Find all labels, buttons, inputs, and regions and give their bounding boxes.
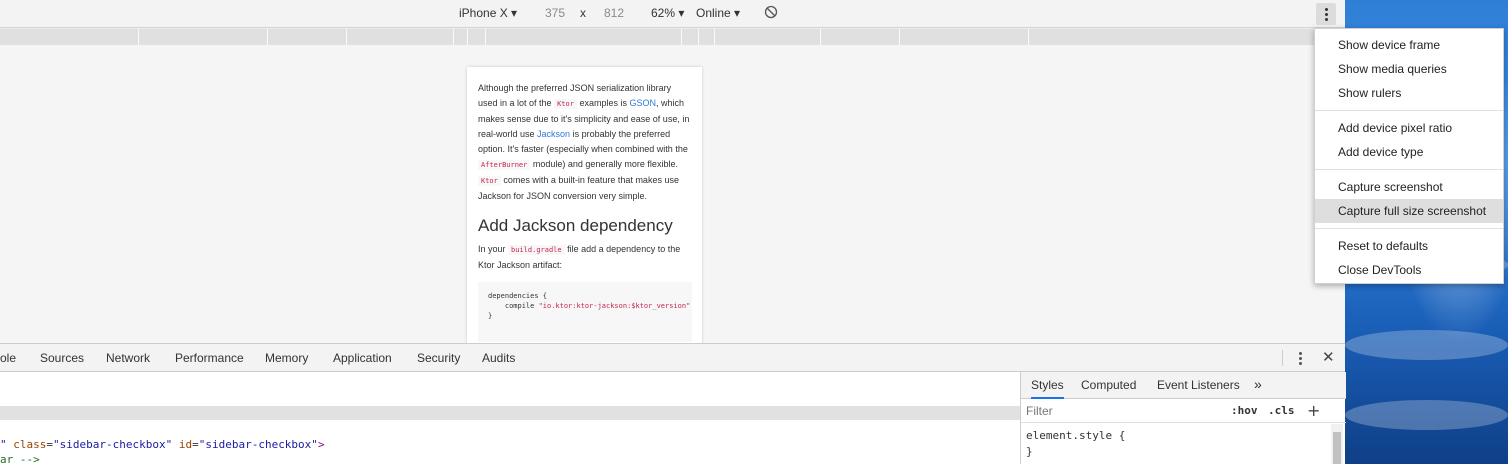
tab-application[interactable]: Application: [333, 351, 392, 365]
height-input[interactable]: 812: [604, 6, 624, 20]
inline-code: Ktor: [554, 99, 577, 109]
device-select[interactable]: iPhone X ▾: [459, 6, 517, 20]
device-toolbar: iPhone X ▾ 375 x 812 62% ▾ Online ▾: [0, 0, 1345, 28]
inline-code: build.gradle: [508, 245, 565, 255]
network-select[interactable]: Online ▾: [696, 6, 740, 20]
tab-sources[interactable]: Sources: [40, 351, 84, 365]
menu-show-device-frame[interactable]: Show device frame: [1315, 33, 1503, 57]
tab-memory[interactable]: Memory: [265, 351, 308, 365]
menu-add-device-type[interactable]: Add device type: [1315, 140, 1503, 164]
emulated-page: Although the preferred JSON serializatio…: [467, 67, 702, 343]
styles-tabbar: Styles Computed Event Listeners »: [1021, 372, 1346, 399]
tab-network[interactable]: Network: [106, 351, 150, 365]
device-toolbar-menu: Show device frame Show media queries Sho…: [1314, 28, 1504, 284]
width-input[interactable]: 375: [545, 6, 565, 20]
tab-audits[interactable]: Audits: [482, 351, 515, 365]
zoom-select[interactable]: 62% ▾: [651, 6, 684, 20]
more-options-icon[interactable]: [1316, 3, 1336, 25]
intro-paragraph: Although the preferred JSON serializatio…: [478, 83, 690, 201]
close-icon[interactable]: ✕: [1322, 348, 1335, 366]
menu-reset-to-defaults[interactable]: Reset to defaults: [1315, 234, 1503, 258]
styles-scrollbar[interactable]: [1331, 424, 1343, 464]
device-viewport: Although the preferred JSON serializatio…: [0, 45, 1345, 343]
section-heading: Add Jackson dependency: [478, 216, 673, 235]
hover-state-toggle[interactable]: :hov: [1231, 404, 1258, 417]
jackson-link[interactable]: Jackson: [537, 129, 570, 139]
menu-separator: [1315, 110, 1503, 111]
dependency-paragraph: In your build.gradle file add a dependen…: [478, 244, 681, 270]
menu-show-rulers[interactable]: Show rulers: [1315, 81, 1503, 105]
tab-performance[interactable]: Performance: [175, 351, 244, 365]
element-style-rule[interactable]: element.style { }: [1026, 428, 1125, 460]
menu-capture-screenshot[interactable]: Capture screenshot: [1315, 175, 1503, 199]
add-rule-icon[interactable]: +: [1307, 401, 1320, 420]
devtools-panel: ole Sources Network Performance Memory A…: [0, 343, 1346, 464]
tab-security[interactable]: Security: [417, 351, 460, 365]
inline-code: Ktor: [478, 176, 501, 186]
tab-computed[interactable]: Computed: [1081, 378, 1136, 392]
toolbar-divider: [1282, 350, 1283, 366]
dom-comment-line[interactable]: ar -->: [0, 453, 40, 464]
gson-link[interactable]: GSON: [630, 98, 657, 108]
filter-row: :hov .cls +: [1021, 399, 1346, 423]
code-block: dependencies { compile "io.ktor:ktor-jac…: [478, 282, 692, 342]
menu-capture-full-size-screenshot[interactable]: Capture full size screenshot: [1315, 199, 1503, 223]
media-query-ruler: [0, 29, 1345, 45]
styles-pane: Styles Computed Event Listeners » :hov .…: [1020, 372, 1346, 464]
menu-add-device-pixel-ratio[interactable]: Add device pixel ratio: [1315, 116, 1503, 140]
rotate-icon[interactable]: [764, 5, 778, 22]
inline-code: AfterBurner: [478, 160, 531, 170]
more-tabs-icon[interactable]: »: [1254, 376, 1262, 392]
selected-node-bar[interactable]: [0, 406, 1020, 420]
menu-separator: [1315, 169, 1503, 170]
tab-event-listeners[interactable]: Event Listeners: [1157, 378, 1240, 392]
menu-close-devtools[interactable]: Close DevTools: [1315, 258, 1503, 282]
dimension-separator: x: [580, 6, 586, 20]
menu-separator: [1315, 228, 1503, 229]
devtools-menu-icon[interactable]: [1294, 350, 1306, 366]
menu-show-media-queries[interactable]: Show media queries: [1315, 57, 1503, 81]
tab-console[interactable]: ole: [0, 351, 16, 365]
class-toggle[interactable]: .cls: [1268, 404, 1295, 417]
tab-styles[interactable]: Styles: [1031, 378, 1064, 399]
styles-filter-input[interactable]: [1026, 403, 1221, 419]
devtools-tabbar: ole Sources Network Performance Memory A…: [0, 344, 1345, 372]
dom-node-line[interactable]: " class="sidebar-checkbox" id="sidebar-c…: [0, 438, 325, 451]
elements-pane: " class="sidebar-checkbox" id="sidebar-c…: [0, 372, 1020, 464]
